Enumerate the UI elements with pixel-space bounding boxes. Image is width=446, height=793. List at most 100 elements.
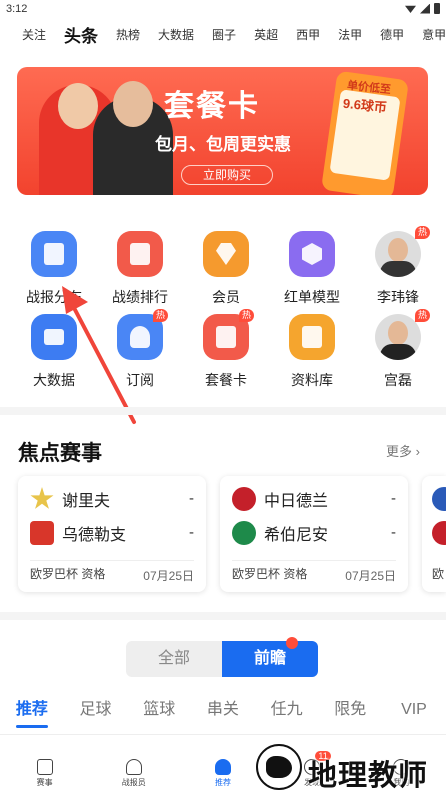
grid-label: 红单模型	[284, 289, 340, 305]
match-league: 欧罗巴杯 资格	[30, 567, 106, 581]
globe-logo-icon	[256, 744, 302, 790]
focus-matches-title: 焦点赛事	[18, 442, 102, 465]
team-badge-icon	[432, 487, 446, 511]
content-toggle: 全部 前瞻	[126, 637, 318, 677]
diamond-icon	[203, 231, 249, 277]
home-team	[432, 486, 446, 512]
grid-label: 李玮锋	[377, 289, 419, 305]
team-badge-icon	[30, 521, 54, 545]
tabs-underline-divider	[0, 734, 446, 735]
nav-label: 赛事	[36, 778, 53, 787]
tab-vip[interactable]: VIP	[382, 694, 446, 728]
tab-recommend[interactable]: 推荐	[0, 694, 64, 728]
match-date: 07月25日	[143, 569, 194, 583]
tab-ligue-1[interactable]: 法甲	[329, 26, 371, 43]
tab-premier-league[interactable]: 英超	[245, 26, 287, 43]
calendar-icon	[36, 759, 53, 775]
card-divider	[232, 560, 396, 561]
match-league: 欧罗巴杯 资格	[232, 567, 308, 581]
top-tabs: 关注 头条 热榜 大数据 圈子 英超 西甲 法甲 德甲 意甲	[0, 18, 446, 50]
card-divider	[30, 560, 194, 561]
toggle-preview-label: 前瞻	[253, 650, 286, 667]
home-score: -	[189, 490, 194, 507]
grid-item-member[interactable]: 会员	[186, 231, 266, 307]
away-team	[432, 520, 446, 546]
database-icon	[289, 314, 335, 360]
more-link[interactable]: 更多 ›	[386, 441, 420, 460]
hot-badge: 热	[152, 309, 168, 322]
grid-item-database[interactable]: 资料库	[272, 314, 352, 390]
tab-free[interactable]: 限免	[318, 694, 382, 728]
home-score: -	[391, 490, 396, 507]
banner-subtitle: 包月、包周更实惠	[155, 135, 291, 154]
grid-item-package-card[interactable]: 热 套餐卡	[186, 309, 266, 390]
grid-item-li-weifeng[interactable]: 热 李玮锋	[358, 226, 438, 307]
hot-badge: 热	[414, 226, 430, 239]
toggle-all[interactable]: 全部	[126, 641, 222, 677]
match-card-partial[interactable]: 欧	[422, 476, 446, 592]
category-tabs: 推荐 足球 篮球 串关 任九 限免 VIP	[0, 694, 446, 728]
watermark-text: 地理教师	[308, 760, 429, 792]
status-bar: 3:12	[0, 0, 446, 18]
wifi-icon	[405, 5, 416, 13]
match-card[interactable]: 中日德兰 - 希伯尼安 - 欧罗巴杯 资格 07月25日	[220, 476, 408, 592]
ai-model-icon	[289, 231, 335, 277]
reporter-icon	[125, 759, 142, 775]
nav-label: 战报员	[121, 778, 146, 787]
team-name: 谢里夫	[62, 493, 111, 510]
team-badge-icon	[232, 521, 256, 545]
report-icon	[31, 231, 77, 277]
hot-badge: 热	[414, 309, 430, 322]
grid-label: 套餐卡	[205, 372, 247, 388]
match-card[interactable]: 谢里夫 - 乌德勒支 - 欧罗巴杯 资格 07月25日	[18, 476, 206, 592]
tab-parlay[interactable]: 串关	[191, 694, 255, 728]
hot-badge: 热	[238, 309, 254, 322]
away-team: 希伯尼安	[232, 520, 402, 546]
grid-label: 会员	[212, 289, 240, 305]
away-score: -	[391, 524, 396, 541]
watermark: 地理教师	[248, 744, 446, 793]
tab-football[interactable]: 足球	[64, 694, 128, 728]
battery-icon	[434, 3, 440, 14]
team-name: 希伯尼安	[264, 527, 329, 544]
tab-follow[interactable]: 关注	[0, 26, 55, 43]
tab-la-liga[interactable]: 西甲	[287, 26, 329, 43]
status-time: 3:12	[6, 3, 28, 15]
signal-icon	[420, 3, 430, 14]
tab-serie-a[interactable]: 意甲	[413, 26, 446, 43]
trophy-icon	[214, 759, 231, 775]
tab-circle[interactable]: 圈子	[203, 26, 245, 43]
banner-title: 套餐卡	[164, 90, 260, 123]
team-badge-icon	[232, 487, 256, 511]
tab-basketball[interactable]: 篮球	[127, 694, 191, 728]
toggle-preview[interactable]: 前瞻	[222, 637, 318, 677]
grid-item-gong-lei[interactable]: 热 宫磊	[358, 309, 438, 390]
section-divider	[0, 612, 446, 620]
away-team: 乌德勒支	[30, 520, 200, 546]
grid-label: 资料库	[291, 372, 333, 388]
package-card-banner[interactable]: 套餐卡 包月、包周更实惠 立即购买 单价低至 9.6球币	[17, 67, 428, 195]
team-badge-icon	[30, 487, 54, 509]
home-team: 中日德兰	[232, 486, 402, 512]
nav-matches[interactable]: 赛事	[0, 755, 89, 793]
notification-dot	[286, 637, 298, 649]
match-league: 欧	[432, 567, 445, 581]
grid-item-ai-model[interactable]: 红单模型	[272, 231, 352, 307]
tab-hot-list[interactable]: 热榜	[107, 26, 149, 43]
tab-big-data[interactable]: 大数据	[149, 26, 203, 43]
grid-label: 宫磊	[384, 372, 412, 388]
team-name: 中日德兰	[264, 493, 329, 510]
away-score: -	[189, 524, 194, 541]
tab-renjiu[interactable]: 任九	[255, 694, 319, 728]
section-divider	[0, 407, 446, 415]
annotation-arrow	[62, 286, 136, 424]
status-icons	[405, 3, 440, 14]
tab-headline[interactable]: 头条	[55, 22, 107, 47]
ranking-icon	[117, 231, 163, 277]
buy-now-button[interactable]: 立即购买	[181, 165, 273, 185]
home-team: 谢里夫	[30, 486, 200, 512]
tab-bundesliga[interactable]: 德甲	[371, 26, 413, 43]
match-date: 07月25日	[345, 569, 396, 583]
team-badge-icon	[432, 521, 446, 545]
nav-reporter[interactable]: 战报员	[89, 755, 178, 793]
